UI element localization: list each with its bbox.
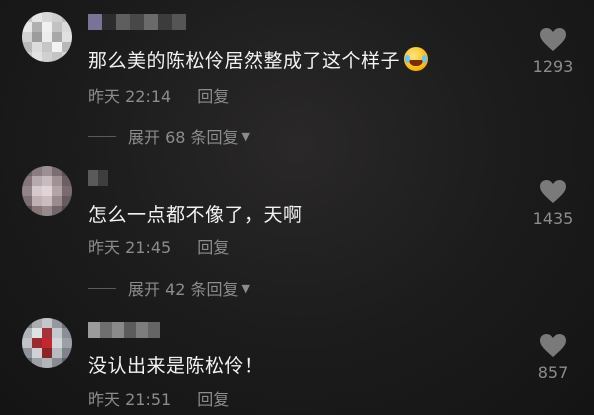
like-count: 1435 [532,209,574,228]
reply-button[interactable]: 回复 [197,87,229,106]
caret-down-icon: ▼ [241,281,251,295]
comment-text: 没认出来是陈松伶！ [88,351,264,378]
avatar[interactable] [22,318,72,368]
avatar[interactable] [22,166,72,216]
comment-timestamp: 昨天 22:14 [88,87,172,106]
like-button[interactable]: 1435 [528,179,578,228]
reply-button[interactable]: 回复 [197,238,229,257]
heart-icon [540,28,566,51]
expand-replies-label: 展开 68 条回复 [128,128,239,147]
pixelated-avatar-image [22,318,72,368]
like-count: 857 [537,363,569,382]
like-count: 1293 [532,57,574,76]
comment-text: 怎么一点都不像了，天啊 [88,200,303,227]
divider-line [88,287,116,289]
comment-timestamp: 昨天 21:51 [88,390,172,409]
expand-replies-button[interactable]: 展开 68 条回复 ▼ [88,124,250,148]
comment-text-content: 怎么一点都不像了，天啊 [88,204,303,226]
reply-button[interactable]: 回复 [197,390,229,409]
expand-replies-button[interactable]: 展开 42 条回复 ▼ [88,276,250,300]
comment-meta: 昨天 21:45 回复 [88,234,229,258]
comment-text: 那么美的陈松伶居然整成了这个样子 [88,46,429,73]
username-pixelated[interactable] [88,14,186,30]
pixelated-avatar-image [22,12,72,62]
like-button[interactable]: 1293 [528,27,578,76]
pixelated-avatar-image [22,166,72,216]
like-button[interactable]: 857 [528,333,578,382]
username-pixelated[interactable] [88,170,108,186]
comment-timestamp: 昨天 21:45 [88,238,172,257]
comments-panel: 那么美的陈松伶居然整成了这个样子 昨天 22:14 回复 展开 68 条回复 ▼ … [0,0,594,415]
avatar[interactable] [22,12,72,62]
heart-icon [540,180,566,203]
expand-replies-label: 展开 42 条回复 [128,280,239,299]
heart-icon [540,334,566,357]
caret-down-icon: ▼ [241,129,251,143]
comment-text-content: 那么美的陈松伶居然整成了这个样子 [88,50,401,72]
username-pixelated[interactable] [88,322,160,338]
comment-text-content: 没认出来是陈松伶！ [88,355,264,377]
divider-line [88,135,116,137]
laughing-emoji-icon [404,47,429,71]
comment-meta: 昨天 22:14 回复 [88,83,229,107]
comment-meta: 昨天 21:51 回复 [88,386,229,410]
